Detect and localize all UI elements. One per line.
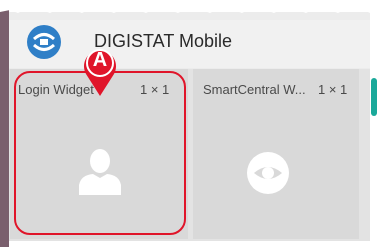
scroll-indicator[interactable] [371,78,377,116]
torn-edge [0,0,378,13]
app-icon[interactable] [26,24,62,60]
bottom-edge [9,241,370,247]
annotation-marker-letter: A [92,49,108,71]
eye-icon [247,152,289,194]
background-screen [0,0,9,247]
widget-size: 1 × 1 [318,82,348,97]
widget-name: SmartCentral W... [203,82,306,97]
screenshot-page: DIGISTAT Mobile Login Widget 1 × 1 Smart… [0,0,378,247]
